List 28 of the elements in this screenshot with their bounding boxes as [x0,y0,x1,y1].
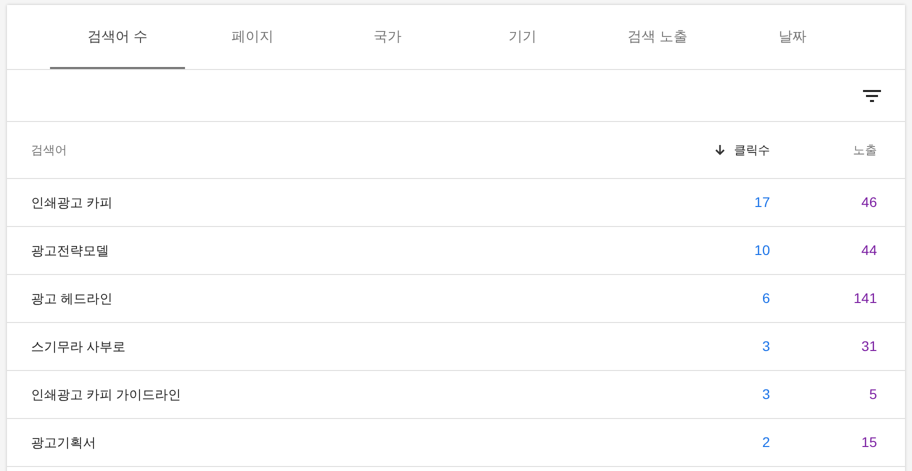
filter-icon[interactable] [863,90,881,102]
clicks-cell-text: 6 [761,289,770,308]
tab[interactable]: 검색어 수 [50,5,185,69]
impressions-cell-text: 46 [860,193,877,212]
tab[interactable]: 날짜 [725,5,860,69]
tab[interactable]: 검색 노출 [590,5,725,69]
impressions-cell-text: 44 [860,241,877,260]
impressions-cell-text: 5 [868,385,877,404]
clicks-cell-text: 10 [753,241,770,260]
query-cell-text: 인쇄광고 카피 가이드라인 [31,386,182,404]
query-cell-text: 스기무라 사부로 [31,338,127,356]
impressions-cell-text: 31 [860,337,877,356]
tab[interactable]: 페이지 [185,5,320,69]
clicks-cell-text: 2 [761,433,770,452]
tab[interactable]: 기기 [455,5,590,69]
query-cell-text: 인쇄광고 카피 [31,194,114,212]
column-header[interactable]: 검색어 [31,141,67,159]
impressions-cell-text: 15 [860,433,877,452]
query-cell-text: 광고전략모델 [31,242,110,260]
clicks-cell-text: 3 [761,337,770,356]
column-header[interactable]: 클릭수 [734,141,770,159]
query-cell-text: 광고기획서 [31,434,97,452]
impressions-cell-text: 141 [852,289,877,308]
column-header[interactable]: 노출 [853,141,877,159]
tab[interactable]: 국가 [320,5,455,69]
clicks-cell-text: 3 [761,385,770,404]
clicks-cell-text: 17 [753,193,770,212]
query-cell-text: 광고 헤드라인 [31,290,114,308]
